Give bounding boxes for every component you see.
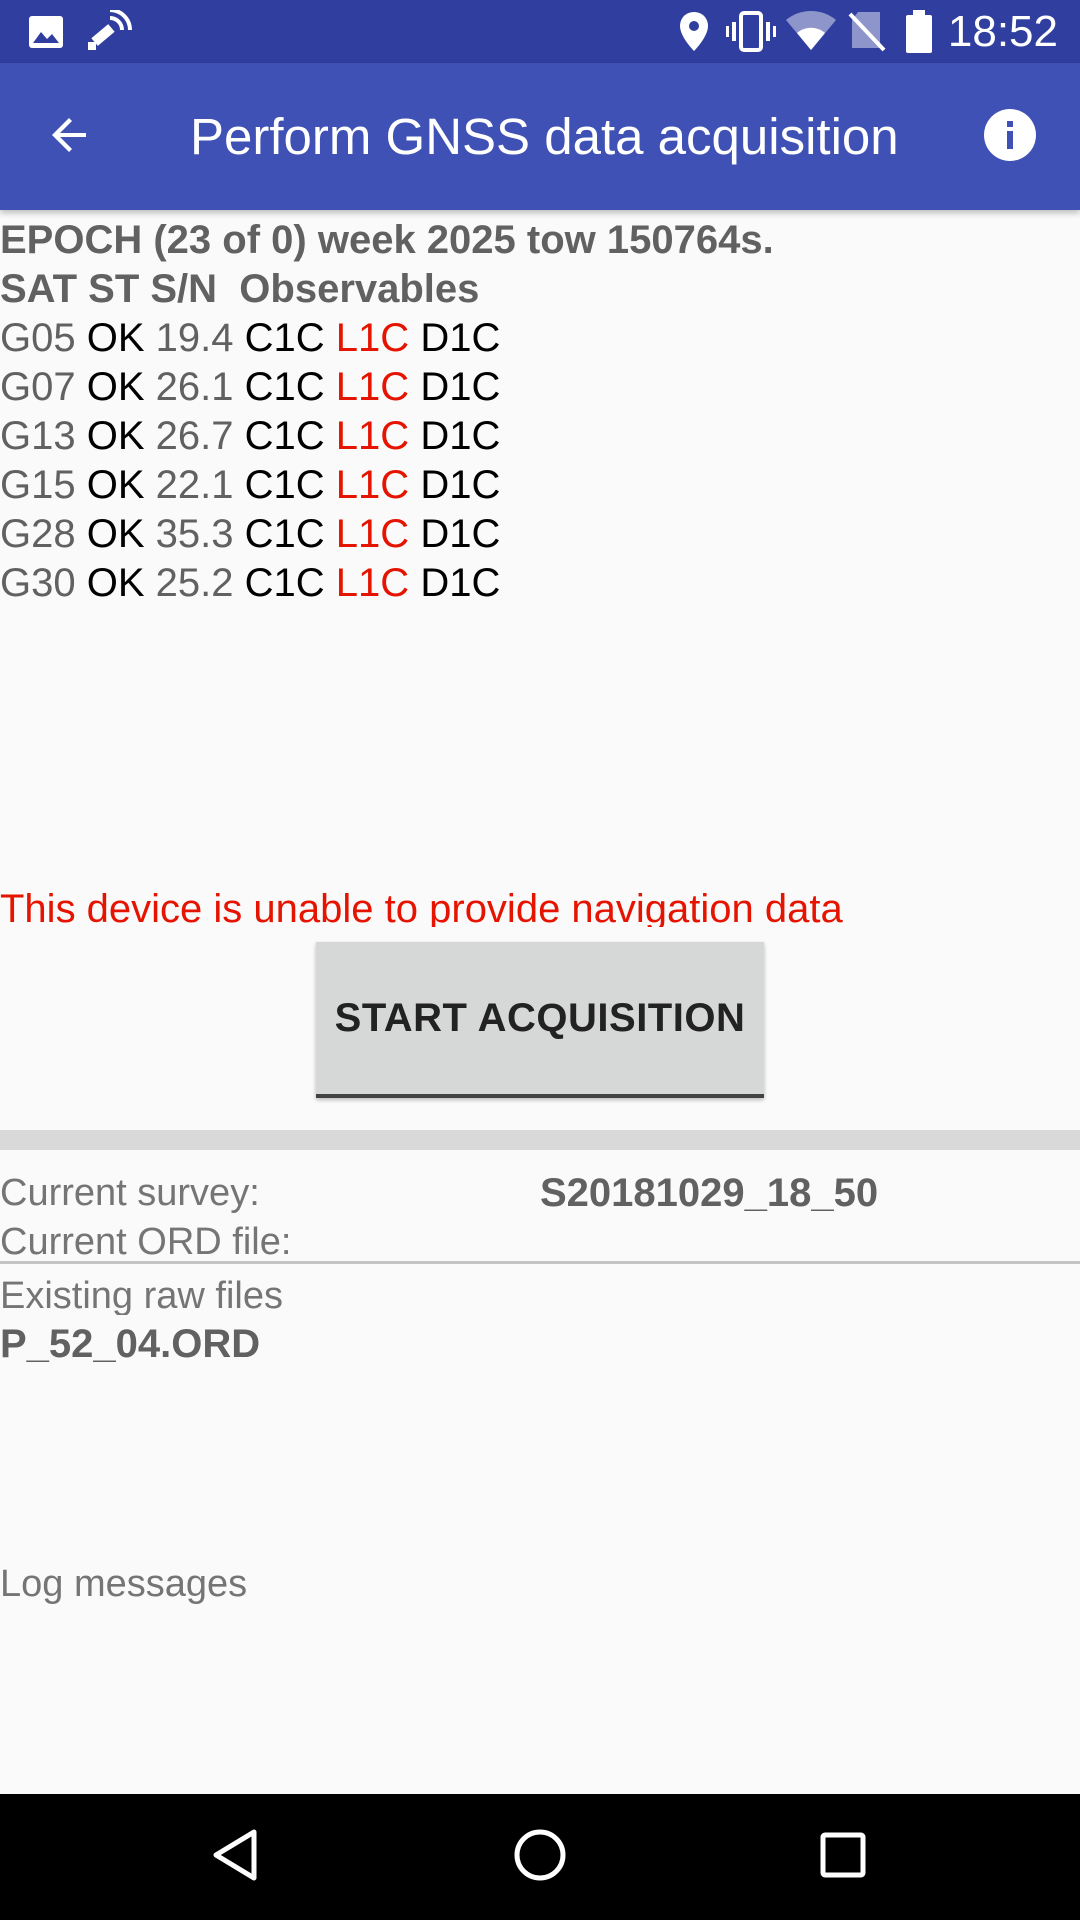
vibrate-icon: [726, 10, 776, 53]
page-title: Perform GNSS data acquisition: [190, 108, 899, 165]
epoch-panel: EPOCH (23 of 0) week 2025 tow 150764s. S…: [0, 216, 774, 608]
nav-back-button[interactable]: [200, 1822, 270, 1892]
satellite-row: G07 OK 26.1 C1C L1C D1C: [0, 363, 774, 412]
satellite-row: G13 OK 26.7 C1C L1C D1C: [0, 412, 774, 461]
obs-code: C1C: [244, 512, 325, 556]
obs-phase: L1C: [335, 512, 410, 556]
navigation-data-warning: This device is unable to provide navigat…: [0, 887, 843, 927]
home-circle-icon: [513, 1828, 567, 1887]
divider: [0, 1261, 1080, 1264]
sat-snr: 25.2: [155, 561, 234, 605]
current-ord-file-label: Current ORD file:: [0, 1221, 292, 1261]
sat-snr: 26.7: [155, 414, 234, 458]
log-messages-label: Log messages: [0, 1563, 248, 1605]
obs-phase: L1C: [335, 463, 410, 507]
sat-snr: 35.3: [155, 512, 234, 556]
obs-phase: L1C: [335, 365, 410, 409]
image-icon: [28, 10, 64, 53]
location-pin-icon: [678, 10, 710, 53]
wifi-icon: [786, 10, 836, 53]
obs-doppler: D1C: [420, 316, 501, 360]
satellite-signal-icon: [86, 10, 132, 53]
sat-snr: 22.1: [155, 463, 234, 507]
sat-id: G15: [0, 463, 76, 507]
section-divider: [0, 1130, 1080, 1150]
sat-status: OK: [86, 414, 145, 458]
obs-doppler: D1C: [420, 512, 501, 556]
clock-time: 18:52: [947, 7, 1058, 56]
info-button[interactable]: [974, 101, 1046, 173]
obs-doppler: D1C: [420, 414, 501, 458]
obs-code: C1C: [244, 463, 325, 507]
back-arrow-icon: [46, 111, 94, 164]
sat-id: G28: [0, 512, 76, 556]
nav-recents-button[interactable]: [808, 1822, 878, 1892]
obs-code: C1C: [244, 365, 325, 409]
obs-doppler: D1C: [420, 463, 501, 507]
obs-doppler: D1C: [420, 561, 501, 605]
satellite-table-header: SAT ST S/N Observables: [0, 267, 480, 311]
sat-id: G30: [0, 561, 76, 605]
satellite-row: G30 OK 25.2 C1C L1C D1C: [0, 559, 774, 608]
obs-doppler: D1C: [420, 365, 501, 409]
obs-code: C1C: [244, 414, 325, 458]
obs-code: C1C: [244, 561, 325, 605]
sat-status: OK: [86, 561, 145, 605]
obs-code: C1C: [244, 316, 325, 360]
obs-phase: L1C: [335, 561, 410, 605]
sat-status: OK: [86, 512, 145, 556]
sat-id: G07: [0, 365, 76, 409]
satellite-row: G05 OK 19.4 C1C L1C D1C: [0, 314, 774, 363]
sat-status: OK: [86, 365, 145, 409]
nav-home-button[interactable]: [505, 1822, 575, 1892]
battery-icon: [904, 10, 934, 53]
existing-raw-files-label: Existing raw files: [0, 1275, 283, 1315]
satellite-row: G15 OK 22.1 C1C L1C D1C: [0, 461, 774, 510]
obs-phase: L1C: [335, 414, 410, 458]
sat-status: OK: [86, 316, 145, 360]
start-acquisition-button[interactable]: START ACQUISITION: [316, 942, 764, 1098]
sat-id: G05: [0, 316, 76, 360]
satellite-row: G28 OK 35.3 C1C L1C D1C: [0, 510, 774, 559]
current-survey-label: Current survey:: [0, 1172, 260, 1214]
status-bar: 18:52: [0, 0, 1080, 63]
sat-snr: 19.4: [155, 316, 234, 360]
system-nav-bar: [0, 1794, 1080, 1920]
sat-status: OK: [86, 463, 145, 507]
app-bar: Perform GNSS data acquisition: [0, 63, 1080, 210]
back-button[interactable]: [34, 101, 106, 173]
info-icon: [983, 108, 1037, 167]
sat-snr: 26.1: [155, 365, 234, 409]
epoch-line: EPOCH (23 of 0) week 2025 tow 150764s.: [0, 218, 774, 262]
back-triangle-icon: [210, 1828, 260, 1887]
recents-square-icon: [819, 1831, 867, 1884]
obs-phase: L1C: [335, 316, 410, 360]
current-survey-value: S20181029_18_50: [540, 1171, 879, 1215]
no-sim-icon: [848, 10, 886, 53]
raw-file-item[interactable]: P_52_04.ORD: [0, 1321, 260, 1367]
sat-id: G13: [0, 414, 76, 458]
